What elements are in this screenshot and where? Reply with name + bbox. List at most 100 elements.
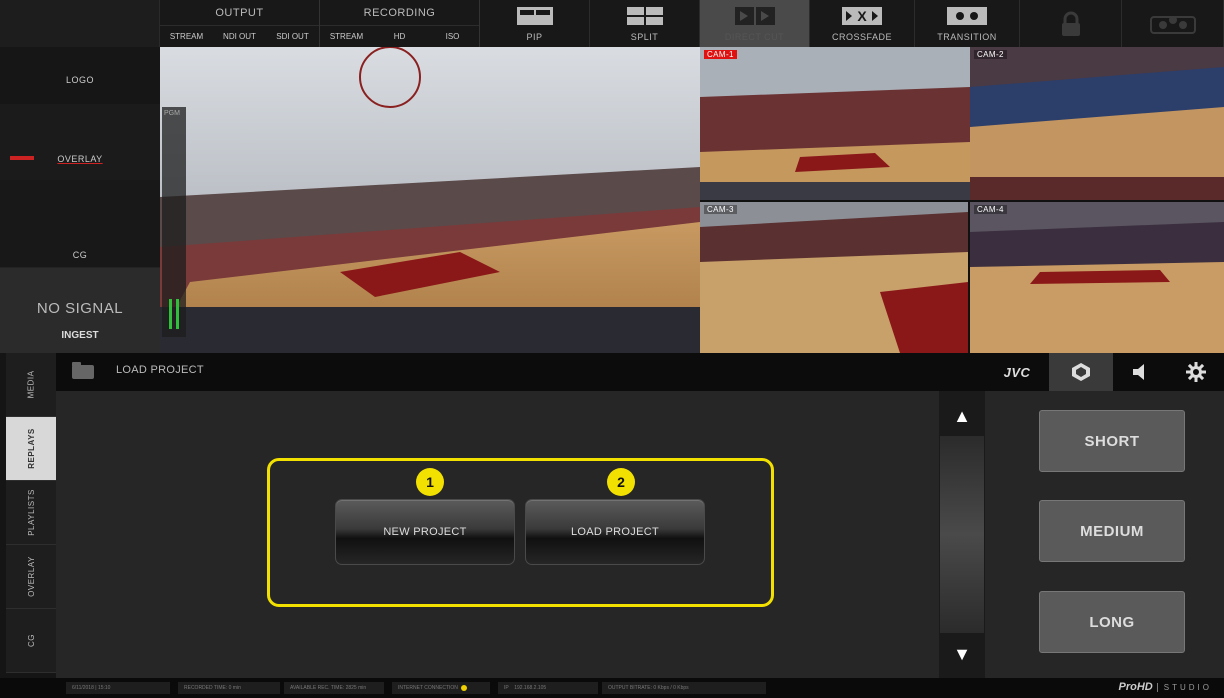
load-project-button[interactable]: LOAD PROJECT (525, 499, 705, 565)
tab-replays-label: REPLAYS (26, 428, 36, 469)
cg-label: CG (72, 250, 88, 260)
cam-4-label: CAM-4 (974, 205, 1007, 214)
lock-button[interactable] (1020, 0, 1122, 47)
multicam-button[interactable] (1122, 0, 1224, 47)
speaker-icon (1132, 364, 1144, 380)
transition-button[interactable]: TRANSITION (915, 0, 1020, 47)
cam-4-view[interactable]: CAM-4 (970, 202, 1224, 353)
tab-replay-settings[interactable] (1049, 353, 1113, 391)
replay-scrollbar[interactable]: ▲ ▼ (939, 391, 985, 678)
top-left-corner (0, 0, 160, 47)
output-group: OUTPUT STREAM NDI OUT SDI OUT (160, 0, 320, 47)
split-button[interactable]: SPLIT (590, 0, 700, 47)
tab-settings[interactable] (1168, 353, 1224, 391)
cam-1-label: CAM-1 (704, 50, 737, 59)
status-ip: IP 192.168.2.105 (498, 682, 598, 694)
rec-stream-button[interactable]: STREAM (320, 26, 373, 47)
direct-cut-label: DIRECT CUT (724, 32, 785, 42)
program-video (160, 47, 700, 353)
overlay-label: OVERLAY (57, 154, 103, 164)
pip-label: PIP (526, 32, 543, 42)
overlay-source[interactable]: OVERLAY (0, 104, 160, 180)
lock-icon (1020, 0, 1121, 47)
status-datetime: 6/11/2018 | 15:10 (66, 682, 170, 694)
cam-2-view[interactable]: CAM-2 (970, 47, 1224, 200)
pgm-label: PGM (164, 110, 180, 117)
right-tab-bar: JVC (985, 353, 1224, 391)
ingest-source[interactable]: NO SIGNAL INGEST (0, 268, 160, 353)
tab-playlists[interactable]: PLAYLISTS (6, 481, 56, 545)
status-internet: INTERNET CONNECTION (392, 682, 490, 694)
medium-button[interactable]: MEDIUM (1039, 500, 1185, 562)
recording-title: RECORDING (320, 0, 479, 26)
tab-jvc[interactable]: JVC (985, 353, 1049, 391)
pgm-audio-meter: PGM (162, 107, 186, 337)
top-bar: OUTPUT STREAM NDI OUT SDI OUT RECORDING … (0, 0, 1224, 47)
replays-subbar: LOAD PROJECT (56, 353, 985, 391)
split-icon (590, 0, 699, 32)
tab-replays[interactable]: REPLAYS (6, 417, 56, 481)
rec-iso-button[interactable]: ISO (426, 26, 479, 47)
status-bitrate: OUTPUT BITRATE: 0 Kbps / 0 Kbps (602, 682, 766, 694)
direct-cut-button[interactable]: DIRECT CUT (700, 0, 810, 47)
tab-cg-label: CG (26, 634, 36, 647)
crossfade-label: CROSSFADE (831, 32, 892, 42)
logo-label: LOGO (65, 75, 94, 85)
cam-3-view[interactable]: CAM-3 (700, 202, 968, 353)
marker-2-badge: 2 (607, 468, 635, 496)
ingest-label: INGEST (61, 330, 99, 341)
direct-cut-icon (700, 0, 809, 32)
scroll-up-icon[interactable]: ▲ (939, 395, 985, 437)
tab-media[interactable]: MEDIA (6, 353, 56, 417)
cg-source[interactable]: CG (0, 180, 160, 268)
tab-media-label: MEDIA (26, 370, 36, 399)
logo-source[interactable]: LOGO OVERLAY (0, 47, 160, 180)
scroll-track[interactable] (940, 436, 984, 633)
transition-label: TRANSITION (937, 32, 997, 42)
output-sdi-button[interactable]: SDI OUT (266, 26, 319, 47)
meter-bar-left (169, 299, 172, 329)
jvc-logo: JVC (1003, 364, 1031, 380)
recording-group: RECORDING STREAM HD ISO (320, 0, 480, 47)
no-signal-text: NO SIGNAL (36, 300, 124, 317)
program-view: PGM (160, 47, 700, 353)
folder-icon[interactable] (72, 362, 94, 379)
output-ndi-button[interactable]: NDI OUT (213, 26, 266, 47)
cam-2-label: CAM-2 (974, 50, 1007, 59)
status-available-time: AVAILABLE REC. TIME: 2825 min (284, 682, 384, 694)
status-recorded-time: RECORDED TIME: 0 min (178, 682, 280, 694)
tab-overlay-label: OVERLAY (26, 556, 36, 597)
crossfade-button[interactable]: X CROSSFADE (810, 0, 915, 47)
brand-sub: STUDIO (1156, 683, 1212, 692)
brand-name: ProHD (1118, 681, 1153, 693)
status-ip-value: 192.168.2.105 (514, 685, 547, 691)
cam-3-video (700, 202, 968, 353)
internet-status-dot (460, 684, 467, 691)
scroll-down-icon[interactable]: ▼ (939, 633, 985, 675)
tab-cg[interactable]: CG (6, 609, 56, 673)
crossfade-icon: X (810, 0, 914, 32)
tab-audio[interactable] (1113, 353, 1168, 391)
cam-1-view[interactable]: CAM-1 (700, 47, 970, 200)
new-project-button[interactable]: NEW PROJECT (335, 499, 515, 565)
rec-hd-button[interactable]: HD (373, 26, 426, 47)
tab-overlay[interactable]: OVERLAY (6, 545, 56, 609)
status-internet-label: INTERNET CONNECTION (398, 685, 458, 691)
long-button[interactable]: LONG (1039, 591, 1185, 653)
cam-4-video (970, 202, 1224, 353)
svg-text:X: X (857, 8, 867, 24)
pip-icon (480, 0, 589, 32)
cam-3-label: CAM-3 (704, 205, 737, 214)
status-bar: 6/11/2018 | 15:10 RECORDED TIME: 0 min A… (0, 678, 1224, 698)
multicam-icon (1122, 0, 1223, 47)
prohd-logo: ProHD STUDIO (1119, 681, 1212, 693)
tab-playlists-label: PLAYLISTS (26, 489, 36, 536)
marker-1-badge: 1 (416, 468, 444, 496)
output-title: OUTPUT (160, 0, 319, 26)
output-stream-button[interactable]: STREAM (160, 26, 213, 47)
gear-icon (1186, 362, 1206, 382)
pip-button[interactable]: PIP (480, 0, 590, 47)
replay-workspace: 1 2 NEW PROJECT LOAD PROJECT (56, 391, 939, 678)
split-label: SPLIT (630, 32, 659, 42)
short-button[interactable]: SHORT (1039, 410, 1185, 472)
